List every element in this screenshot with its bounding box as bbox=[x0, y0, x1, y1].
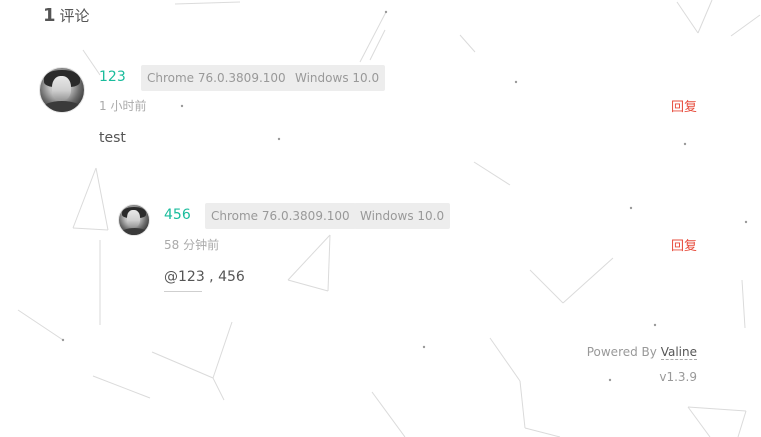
reply-time: 58 分钟前 bbox=[164, 238, 220, 252]
browser-badge: Chrome 76.0.3809.100 bbox=[141, 65, 292, 91]
powered-by-prefix: Powered By bbox=[586, 345, 661, 359]
reply-content: @123 , 456 bbox=[164, 269, 245, 285]
valine-link[interactable]: Valine bbox=[660, 345, 697, 360]
reply-button[interactable]: 回复 bbox=[671, 235, 697, 254]
comments-count: 1 评论 bbox=[43, 5, 90, 26]
comments-count-label: 评论 bbox=[59, 7, 90, 25]
comments-panel: 1 评论 123 Chrome 76.0.3809.100 Windows 10.… bbox=[0, 0, 761, 437]
avatar bbox=[118, 204, 150, 236]
reply-button[interactable]: 回复 bbox=[671, 96, 697, 115]
reply-content-divider bbox=[164, 291, 202, 292]
comments-count-number: 1 bbox=[43, 5, 56, 26]
comment-nick[interactable]: 123 bbox=[99, 69, 126, 85]
version-label: v1.3.9 bbox=[659, 370, 697, 384]
avatar bbox=[39, 67, 85, 113]
browser-badge: Chrome 76.0.3809.100 bbox=[205, 203, 356, 229]
os-badge: Windows 10.0 bbox=[289, 65, 386, 91]
powered-by: Powered By Valine bbox=[586, 345, 697, 360]
comment-content: test bbox=[99, 130, 126, 146]
os-badge: Windows 10.0 bbox=[354, 203, 451, 229]
reply-nick[interactable]: 456 bbox=[164, 207, 191, 223]
comment-time: 1 小时前 bbox=[99, 99, 147, 113]
